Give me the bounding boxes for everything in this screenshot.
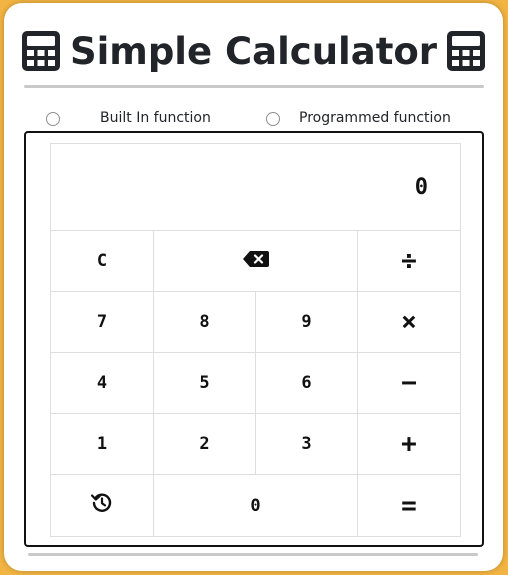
multiply-button[interactable]: × [358,292,461,353]
digit-0-button[interactable]: 0 [154,475,358,537]
digit-4-button[interactable]: 4 [51,353,154,414]
programmed-function-label[interactable]: Programmed function [299,110,451,126]
history-icon [90,492,113,519]
builtin-function-radio[interactable] [46,112,60,126]
backspace-button[interactable] [154,231,358,292]
calculator-display: 0 [51,144,461,231]
digit-9-button[interactable]: 9 [256,292,358,353]
clear-button[interactable]: C [51,231,154,292]
bottom-divider [28,553,478,556]
calculator-card: Simple Calculator Built In function Prog… [4,3,503,571]
digit-5-button[interactable]: 5 [154,353,256,414]
history-button[interactable] [51,475,154,537]
digit-7-button[interactable]: 7 [51,292,154,353]
digit-1-button[interactable]: 1 [51,414,154,475]
digit-2-button[interactable]: 2 [154,414,256,475]
keypad: 0 C ÷ 7 8 9 × 4 5 6 − 1 2 3 + 0 = [50,143,461,537]
mode-selector: Built In function Programmed function [4,108,503,130]
programmed-function-radio[interactable] [266,112,280,126]
digit-6-button[interactable]: 6 [256,353,358,414]
calculator-panel: 0 C ÷ 7 8 9 × 4 5 6 − 1 2 3 + 0 = [24,131,484,547]
title-divider [24,85,484,88]
plus-button[interactable]: + [358,414,461,475]
minus-button[interactable]: − [358,353,461,414]
page-title: Simple Calculator [4,23,503,79]
page-title-text: Simple Calculator [69,29,438,73]
calculator-icon [21,31,60,71]
builtin-function-label[interactable]: Built In function [100,110,211,126]
equals-button[interactable]: = [358,475,461,537]
calculator-icon [447,31,486,71]
digit-8-button[interactable]: 8 [154,292,256,353]
backspace-icon [242,250,269,272]
digit-3-button[interactable]: 3 [256,414,358,475]
divide-button[interactable]: ÷ [358,231,461,292]
